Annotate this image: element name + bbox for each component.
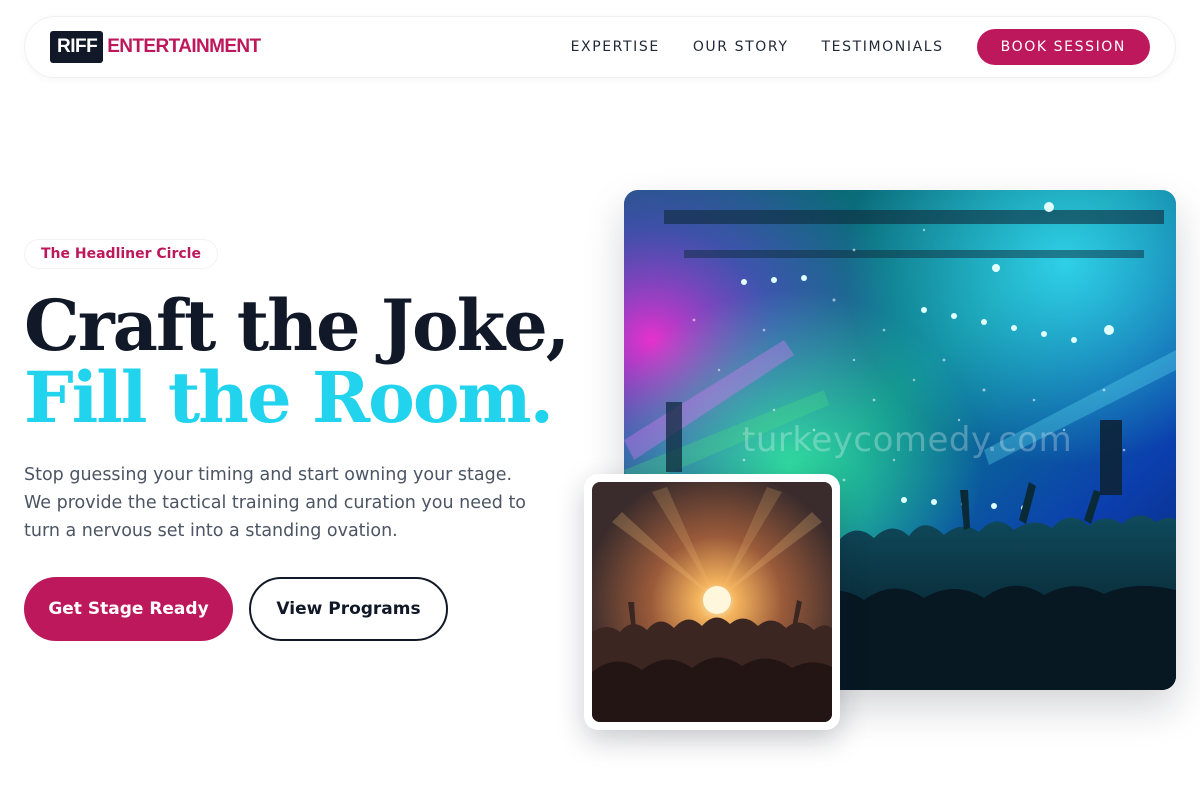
hero-headline: Craft the Joke, Fill the Room. xyxy=(24,284,570,439)
book-session-button[interactable]: BOOK SESSION xyxy=(976,29,1150,65)
crowd-stage-illustration xyxy=(592,482,832,722)
nav-link-testimonials[interactable]: TESTIMONIALS xyxy=(822,39,944,55)
small-image-frame xyxy=(584,474,840,730)
view-programs-button[interactable]: View Programs xyxy=(249,577,448,641)
nav-link-expertise[interactable]: EXPERTISE xyxy=(571,39,660,55)
logo-mark: RIFF xyxy=(50,31,104,63)
crowd-stage-image xyxy=(592,482,832,722)
nav-links: EXPERTISE OUR STORY TESTIMONIALS BOOK SE… xyxy=(571,29,1150,65)
brand-logo[interactable]: RIFF ENTERTAINMENT xyxy=(50,31,261,63)
image-watermark: turkeycomedy.com xyxy=(742,420,1073,460)
get-stage-ready-button[interactable]: Get Stage Ready xyxy=(24,577,233,641)
headline-line-2: Fill the Room. xyxy=(24,356,554,439)
logo-text: ENTERTAINMENT xyxy=(107,36,261,57)
top-nav: RIFF ENTERTAINMENT EXPERTISE OUR STORY T… xyxy=(24,16,1176,78)
headline-line-1: Craft the Joke, xyxy=(24,284,570,367)
nav-link-our-story[interactable]: OUR STORY xyxy=(693,39,789,55)
hero-lead-text: Stop guessing your timing and start owni… xyxy=(24,465,527,541)
hero-badge: The Headliner Circle xyxy=(24,239,218,269)
